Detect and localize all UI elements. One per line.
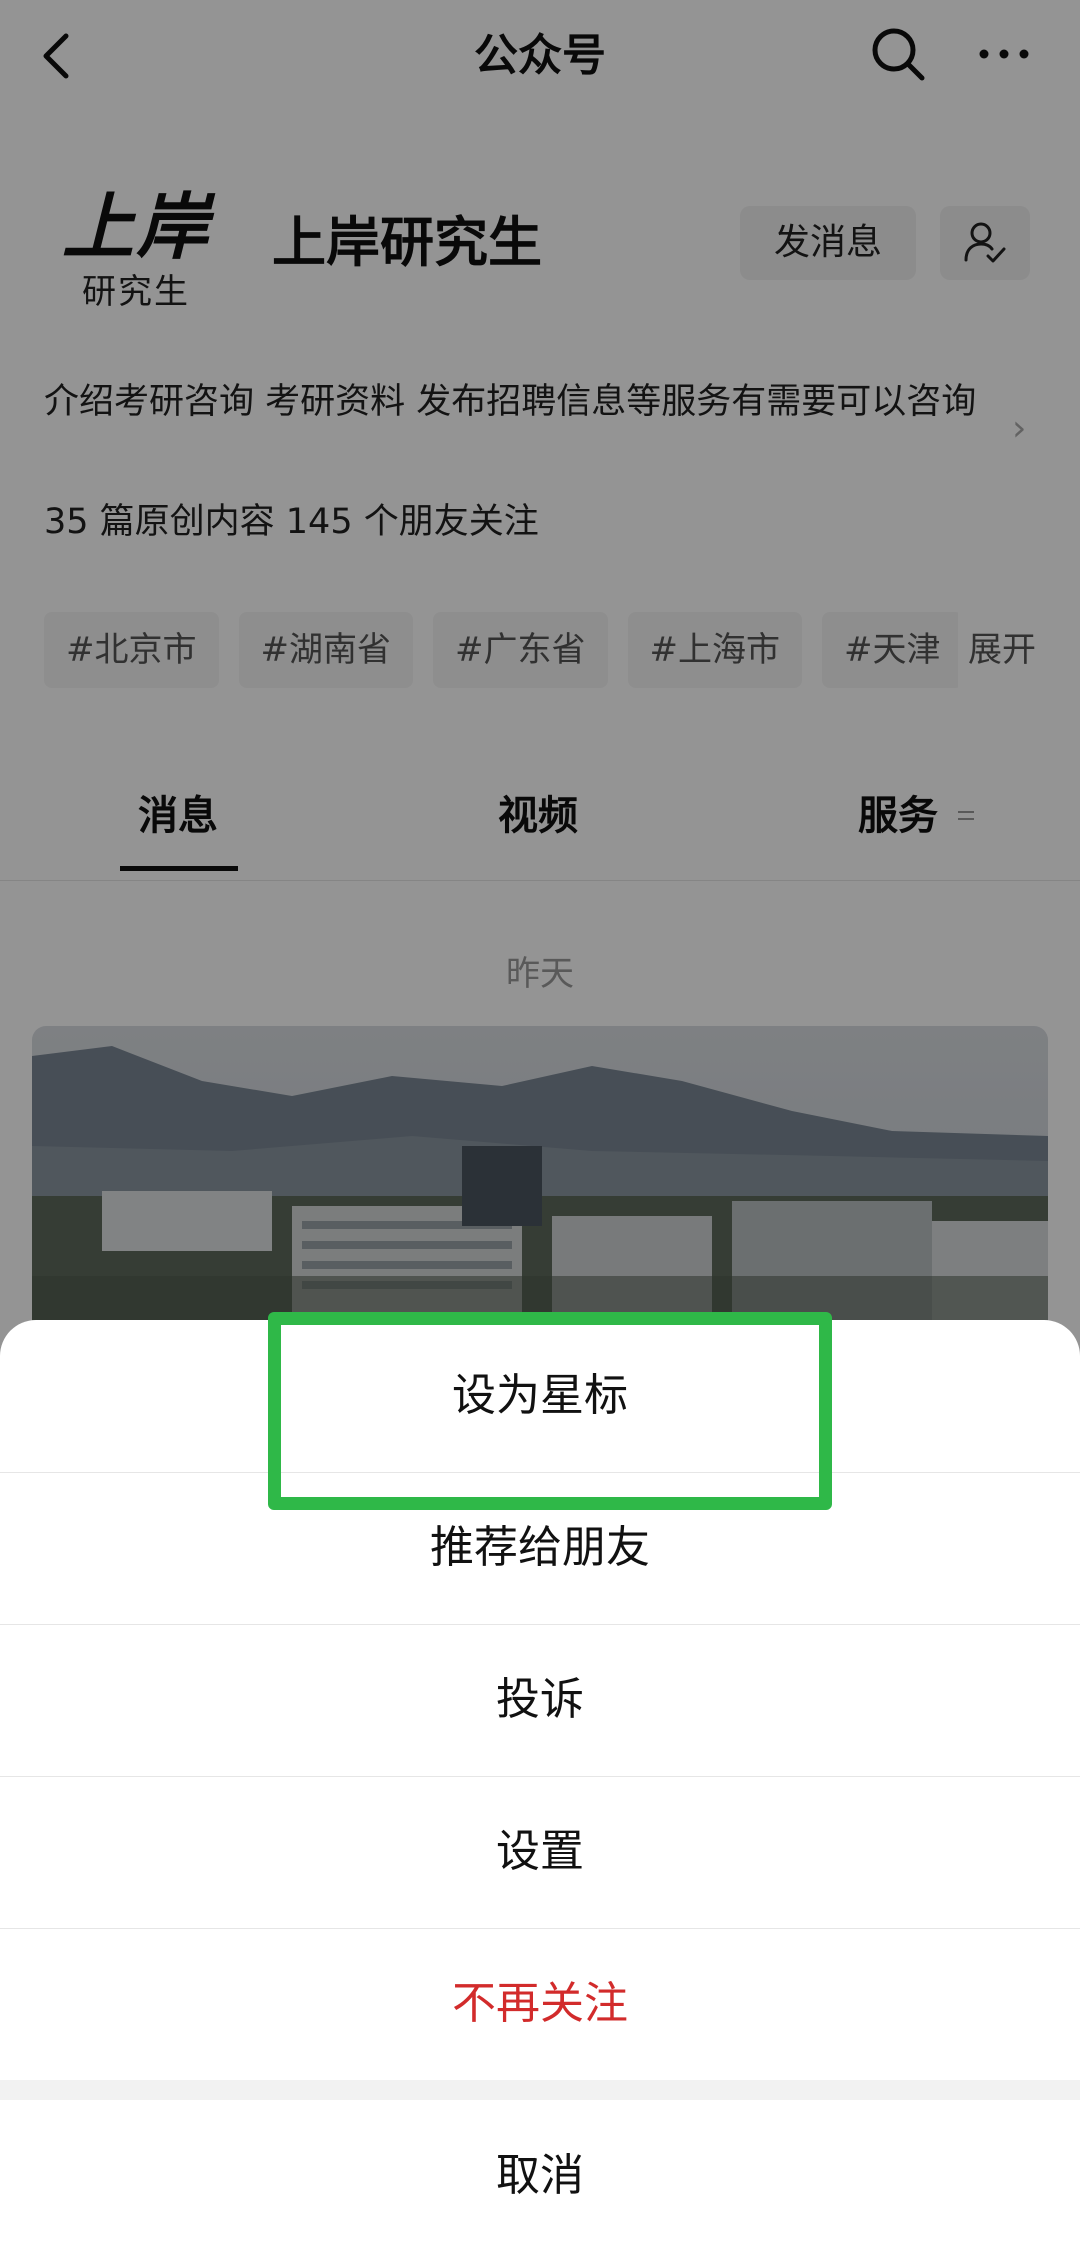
highlight-box — [268, 1312, 832, 1510]
complain-button[interactable]: 投诉 — [0, 1624, 1080, 1777]
watermark-text: 上岸研究生 — [856, 2187, 997, 2220]
cancel-button[interactable]: 取消 — [0, 2100, 1080, 2252]
sheet-divider — [0, 2080, 1080, 2100]
settings-button[interactable]: 设置 — [0, 1776, 1080, 1929]
wechat-icon — [818, 2186, 852, 2220]
unfollow-button[interactable]: 不再关注 — [0, 1928, 1080, 2081]
